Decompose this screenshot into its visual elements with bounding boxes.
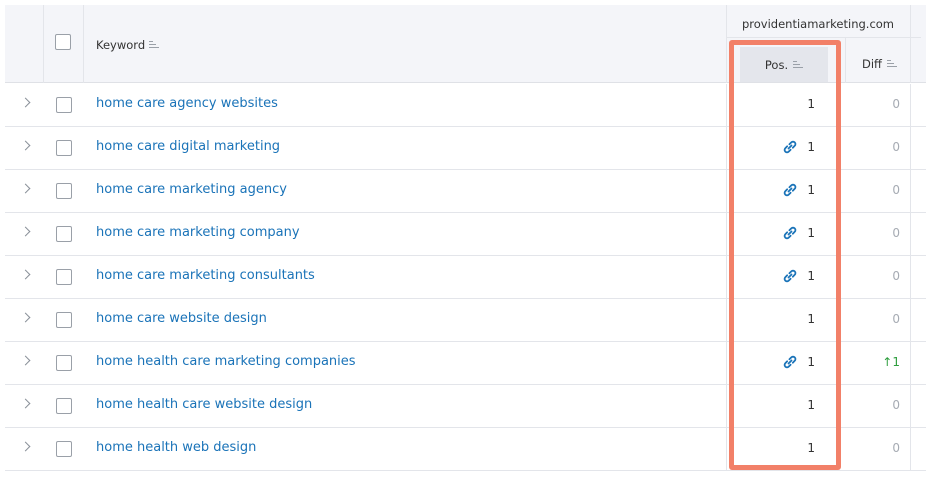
chevron-right-icon[interactable] [22,314,30,322]
keyword-link[interactable]: home care website design [96,311,267,326]
keyword-link[interactable]: home care marketing consultants [96,268,315,283]
chevron-right-icon[interactable] [22,443,30,451]
diff-header-label: Diff [862,57,882,71]
chevron-right-icon[interactable] [22,400,30,408]
row-checkbox[interactable] [56,355,72,371]
highlight-box [729,40,841,470]
chevron-right-icon[interactable] [22,142,30,150]
diff-value: 0 [892,97,900,111]
chevron-right-icon[interactable] [22,271,30,279]
keyword-table: Keyword providentiamarketing.com Pos. Di… [0,0,926,477]
row-checkbox[interactable] [56,398,72,414]
keyword-column-header[interactable]: Keyword [96,38,160,52]
row-checkbox[interactable] [56,312,72,328]
diff-value: 0 [892,269,900,283]
keyword-link[interactable]: home care agency websites [96,96,278,111]
diff-value: ↑1 [882,355,900,369]
row-checkbox[interactable] [56,140,72,156]
chevron-right-icon[interactable] [22,357,30,365]
diff-column-header[interactable]: Diff [862,57,897,71]
diff-value: 0 [892,312,900,326]
diff-value: 0 [892,140,900,154]
keyword-link[interactable]: home care digital marketing [96,139,280,154]
select-all-checkbox[interactable] [55,34,71,50]
keyword-header-label: Keyword [96,38,146,52]
keyword-link[interactable]: home care marketing company [96,225,300,240]
row-checkbox[interactable] [56,269,72,285]
row-checkbox[interactable] [56,183,72,199]
chevron-right-icon[interactable] [22,99,30,107]
keyword-link[interactable]: home care marketing agency [96,182,287,197]
diff-value: 0 [892,398,900,412]
keyword-link[interactable]: home health web design [96,440,256,455]
chevron-right-icon[interactable] [22,228,30,236]
sort-icon [886,60,897,68]
domain-column-header: providentiamarketing.com [741,17,895,31]
diff-value: 0 [892,226,900,240]
diff-value: 0 [892,183,900,197]
keyword-link[interactable]: home health care marketing companies [96,354,356,369]
row-checkbox[interactable] [56,441,72,457]
diff-value: 0 [892,441,900,455]
chevron-right-icon[interactable] [22,185,30,193]
row-checkbox[interactable] [56,97,72,113]
keyword-link[interactable]: home health care website design [96,397,312,412]
sort-icon [149,41,160,49]
row-checkbox[interactable] [56,226,72,242]
